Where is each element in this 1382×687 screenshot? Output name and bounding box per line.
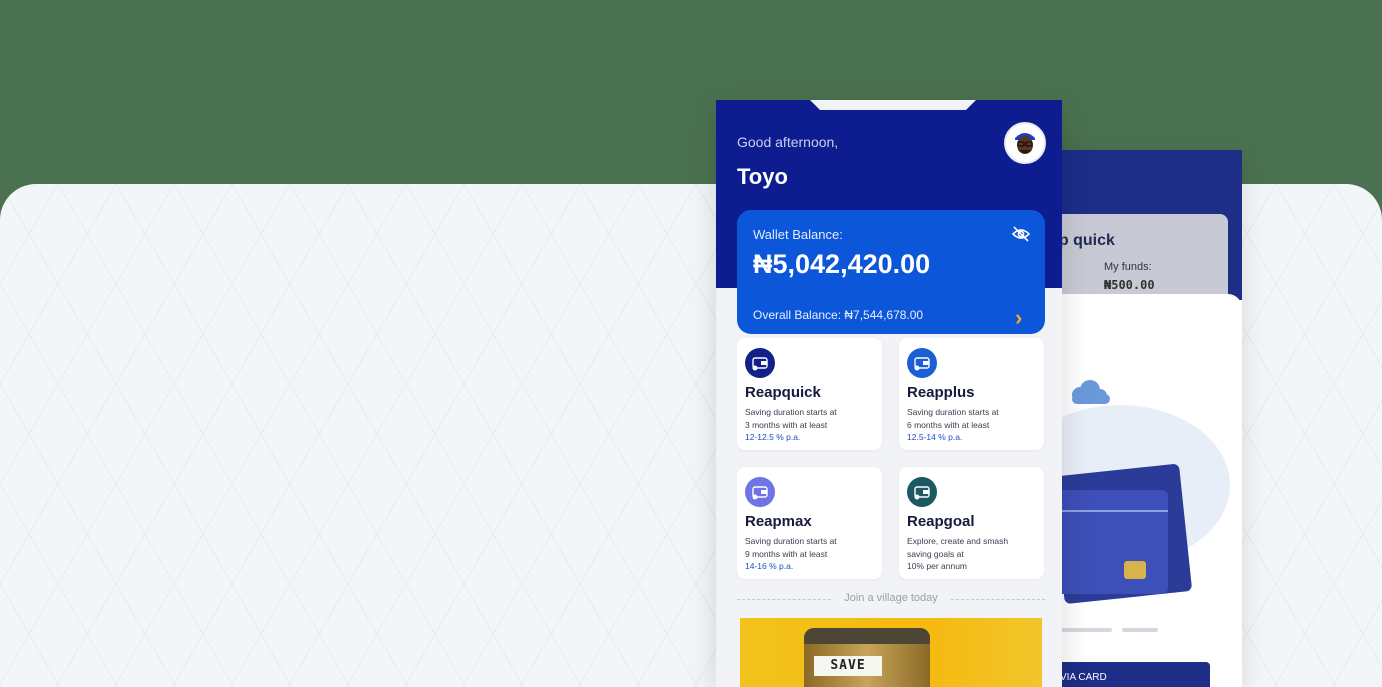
village-banner[interactable]: SAVE	[740, 618, 1042, 687]
plan-rate: 12.5-14 % p.a.	[907, 432, 963, 442]
wallet-balance-card[interactable]: Wallet Balance: ₦5,042,420.00 Overall Ba…	[737, 210, 1045, 334]
village-divider-text: Join a village today	[844, 592, 938, 604]
plan-desc-line: 6 months with at least	[907, 420, 990, 430]
plan-title: Reapgoal	[907, 513, 975, 530]
savings-jar-image: SAVE	[804, 628, 930, 687]
funds-label: My funds:	[1104, 261, 1152, 273]
via-card-button[interactable]: VIA CARD	[1054, 662, 1210, 687]
wallet-icon	[907, 477, 937, 507]
plan-description: Explore, create and smash saving goals a…	[907, 535, 1039, 561]
plan-card-reapquick[interactable]: Reapquick Saving duration starts at 3 mo…	[737, 338, 882, 450]
wallet-balance-label: Wallet Balance:	[753, 227, 843, 242]
divider-line	[951, 599, 1045, 600]
chevron-right-icon[interactable]: ›	[1015, 307, 1022, 329]
eye-off-icon[interactable]	[1011, 225, 1031, 243]
plan-desc-line: Explore, create and smash	[907, 536, 1009, 546]
plan-card-reapmax[interactable]: Reapmax Saving duration starts at 9 mont…	[737, 467, 882, 579]
plan-description: Saving duration starts at 9 months with …	[745, 535, 877, 561]
plan-desc-line: 9 months with at least	[745, 549, 828, 559]
plan-card-reapgoal[interactable]: Reapgoal Explore, create and smash savin…	[899, 467, 1044, 579]
plan-desc-line: saving goals at	[907, 549, 964, 559]
village-divider: Join a village today	[737, 592, 1045, 606]
plan-description: Saving duration starts at 6 months with …	[907, 406, 1039, 432]
user-name: Toyo	[737, 164, 788, 189]
wallet-icon	[745, 477, 775, 507]
plan-card-reapplus[interactable]: Reapplus Saving duration starts at 6 mon…	[899, 338, 1044, 450]
plan-title: Reapmax	[745, 513, 812, 530]
plan-title: Reapplus	[907, 384, 975, 401]
plan-desc-line: Saving duration starts at	[907, 407, 999, 417]
plan-desc-line: 3 months with at least	[745, 420, 828, 430]
plan-desc-line: Saving duration starts at	[745, 407, 837, 417]
greeting-text: Good afternoon,	[737, 134, 839, 150]
wallet-balance-amount: ₦5,042,420.00	[753, 249, 931, 279]
plan-rate: 12-12.5 % p.a.	[745, 432, 801, 442]
card-illustration	[1040, 380, 1230, 604]
avatar-image	[1008, 126, 1042, 160]
jar-lid	[804, 628, 930, 644]
wallet-icon	[907, 348, 937, 378]
cloud-icon	[1072, 380, 1110, 404]
plan-rate: 10% per annum	[907, 561, 968, 571]
jar-save-label: SAVE	[814, 656, 882, 676]
plan-desc-line: Saving duration starts at	[745, 536, 837, 546]
secondary-phone-screen: ap quick My funds: ₦500.00 VIA CARD	[1040, 150, 1242, 687]
carousel-dot	[1054, 628, 1112, 632]
wallet-icon	[745, 348, 775, 378]
plan-rate: 14-16 % p.a.	[745, 561, 794, 571]
plan-title: Reapquick	[745, 384, 821, 401]
funds-value: ₦500.00	[1104, 278, 1155, 292]
plan-description: Saving duration starts at 3 months with …	[745, 406, 877, 432]
carousel-dot	[1122, 628, 1158, 632]
main-phone-screen: Good afternoon, Toyo Wallet Balance: ₦5,…	[716, 100, 1062, 687]
avatar[interactable]	[1004, 122, 1046, 164]
overall-balance: Overall Balance: ₦7,544,678.00	[753, 308, 924, 322]
